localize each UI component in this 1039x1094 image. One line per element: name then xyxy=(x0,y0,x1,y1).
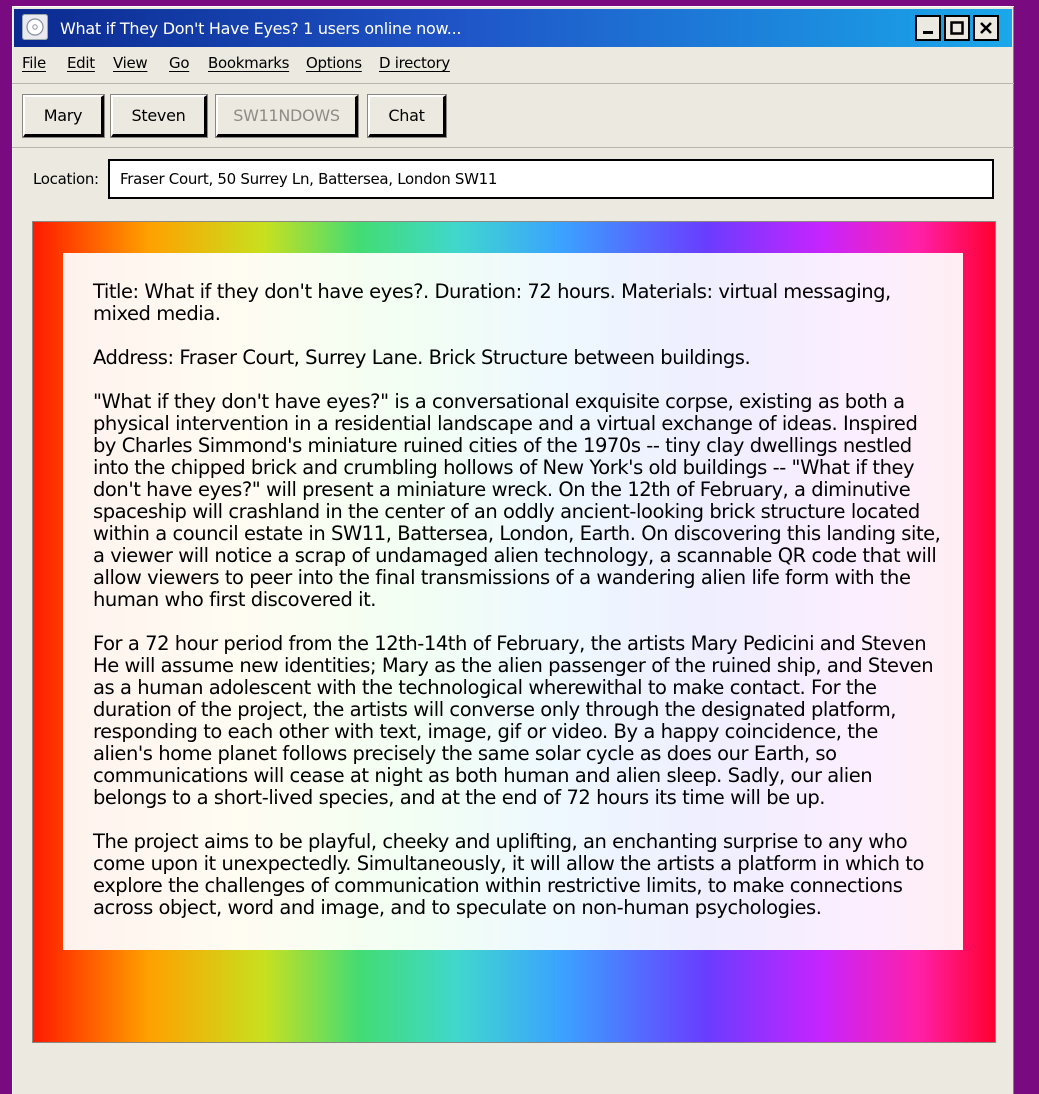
menu-directory[interactable]: D irectory xyxy=(379,54,450,72)
maximize-icon xyxy=(950,21,964,35)
window-title: What if They Don't Have Eyes? 1 users on… xyxy=(60,19,462,38)
article-text: Title: What if they don't have eyes?. Du… xyxy=(93,281,943,941)
paragraph-period: For a 72 hour period from the 12th-14th … xyxy=(93,632,934,809)
steven-button[interactable]: Steven xyxy=(110,94,208,138)
location-label: Location: xyxy=(33,170,99,188)
title-bar[interactable]: What if They Don't Have Eyes? 1 users on… xyxy=(14,9,1012,47)
menu-options[interactable]: Options xyxy=(306,54,362,72)
chat-button[interactable]: Chat xyxy=(367,94,447,138)
menu-edit[interactable]: Edit xyxy=(67,54,95,72)
maximize-button[interactable] xyxy=(944,15,970,41)
menu-separator xyxy=(12,83,1014,84)
menu-bookmarks[interactable]: Bookmarks xyxy=(208,54,289,72)
minimize-button[interactable] xyxy=(915,15,941,41)
app-icon xyxy=(22,14,48,40)
paragraph-address: Address: Fraser Court, Surrey Lane. Bric… xyxy=(93,346,751,369)
sw11ndows-button[interactable]: SW11NDOWS xyxy=(215,94,359,138)
close-button[interactable] xyxy=(973,15,999,41)
paragraph-description: "What if they don't have eyes?" is a con… xyxy=(93,390,941,611)
menu-file[interactable]: File xyxy=(22,54,46,72)
paragraph-aims: The project aims to be playful, cheeky a… xyxy=(93,830,924,919)
menu-go[interactable]: Go xyxy=(169,54,190,72)
paragraph-title: Title: What if they don't have eyes?. Du… xyxy=(93,280,891,325)
minimize-icon xyxy=(923,31,933,34)
browser-window: What if They Don't Have Eyes? 1 users on… xyxy=(12,6,1014,1094)
menu-view[interactable]: View xyxy=(113,54,148,72)
toolbar-separator xyxy=(12,147,1014,148)
text-panel: Title: What if they don't have eyes?. Du… xyxy=(63,253,963,950)
location-input[interactable] xyxy=(108,159,994,199)
close-icon xyxy=(980,22,992,34)
mary-button[interactable]: Mary xyxy=(22,94,105,138)
content-area: Title: What if they don't have eyes?. Du… xyxy=(32,221,996,1043)
